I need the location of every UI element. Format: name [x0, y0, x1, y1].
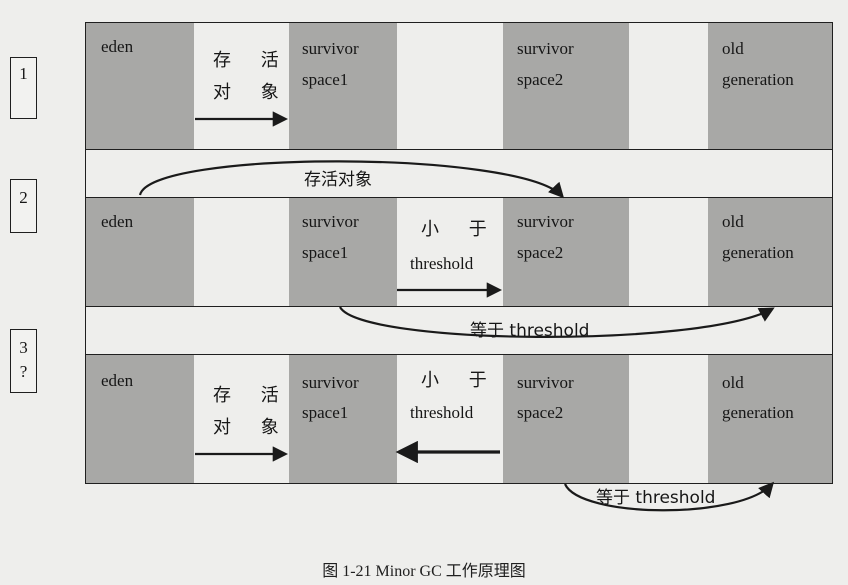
figure-caption: 图 1-21 Minor GC 工作原理图 — [322, 563, 526, 580]
arrows-layer — [138, 111, 775, 512]
arc-survivor1-to-old — [339, 306, 775, 338]
minor-gc-diagram: 1 2 3 ? eden 存 活 对 象 survivor space1 sur… — [0, 0, 848, 585]
arc-eden-to-survivor2 — [138, 160, 565, 199]
arc-survivor2-to-old — [563, 481, 775, 512]
